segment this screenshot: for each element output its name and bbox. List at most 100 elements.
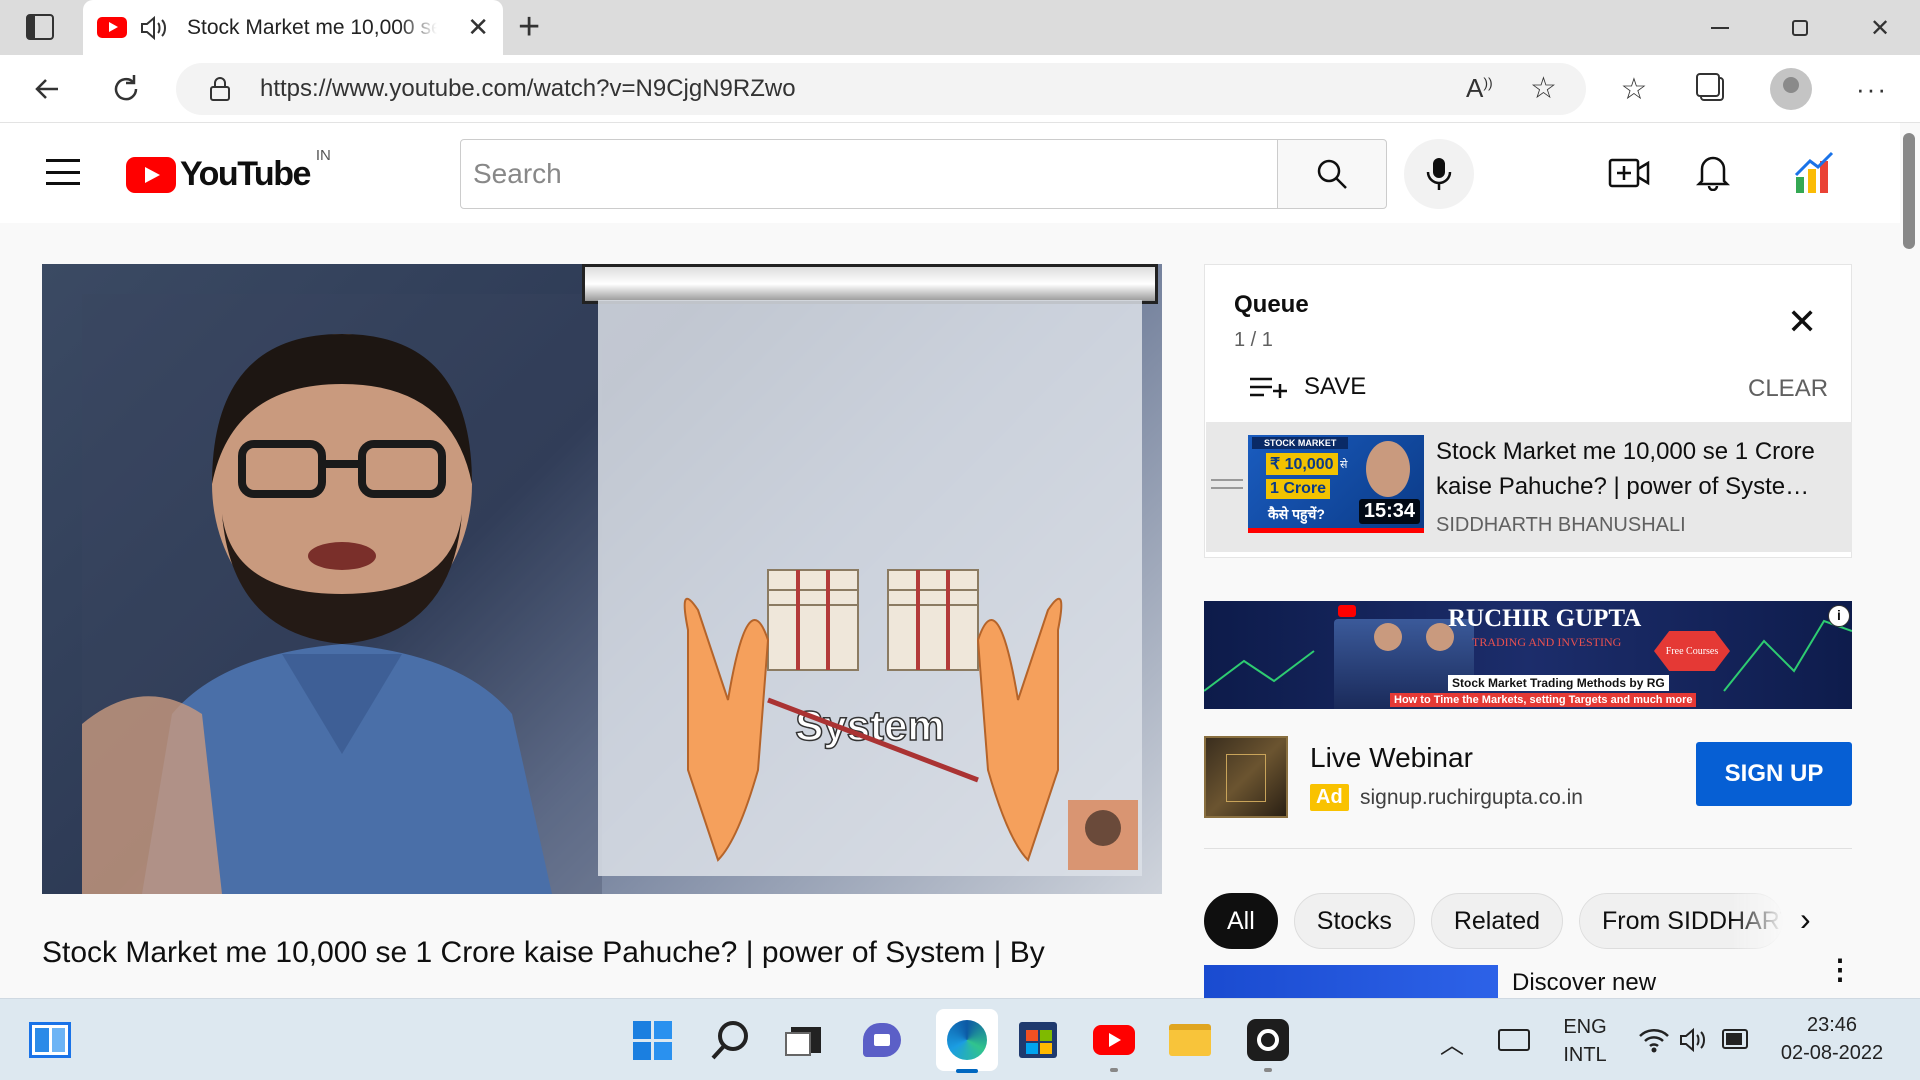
drag-handle-icon[interactable] [1211, 479, 1243, 489]
youtube-header: YouTube IN [0, 123, 1900, 223]
projector-screen: System [598, 300, 1142, 876]
queue-item-title: Stock Market me 10,000 se 1 Crore kaise … [1436, 438, 1815, 500]
browser-tab[interactable]: Stock Market me 10,000 se 1 Crore kaise … [83, 0, 503, 55]
address-bar-row: https://www.youtube.com/watch?v=N9CjgN9R… [0, 55, 1920, 123]
playlist-add-icon [1250, 377, 1287, 398]
thumb-line1b: से [1340, 459, 1348, 471]
chips-next-icon[interactable]: › [1800, 901, 1811, 938]
ad-domain[interactable]: signup.ruchirgupta.co.in [1360, 786, 1583, 810]
search-icon [1317, 159, 1347, 189]
more-menu-icon[interactable]: ··· [1852, 69, 1892, 109]
ad-badge: Ad [1310, 784, 1349, 811]
teams-chat-icon[interactable] [858, 1016, 906, 1064]
microsoft-store-icon[interactable] [1014, 1016, 1062, 1064]
voice-search-button[interactable] [1404, 139, 1474, 209]
restore-icon[interactable] [1780, 8, 1820, 48]
favorites-icon[interactable]: ☆ [1614, 69, 1654, 109]
hamburger-menu-icon[interactable] [46, 159, 80, 185]
microphone-icon [1426, 158, 1452, 190]
queue-count: 1 / 1 [1234, 329, 1273, 351]
profile-avatar[interactable] [1770, 68, 1812, 110]
language-indicator[interactable]: ENG INTL [1560, 1013, 1610, 1069]
ad-name[interactable]: Live Webinar [1310, 742, 1473, 774]
ad-banner-badge: Free Courses [1654, 631, 1730, 671]
ad-banner-line2: How to Time the Markets, setting Targets… [1390, 693, 1697, 707]
close-window-icon[interactable]: ✕ [1860, 8, 1900, 48]
new-tab-icon[interactable]: + [518, 6, 540, 49]
ad-banner[interactable]: RUCHIR GUPTA TRADING AND INVESTING Free … [1204, 601, 1852, 709]
browser-tab-bar: Stock Market me 10,000 se 1 Crore kaise … [0, 0, 1920, 55]
collections-icon[interactable] [1692, 69, 1732, 109]
section-divider [1204, 848, 1852, 849]
filter-chips: All Stocks Related From SIDDHARTH [1204, 893, 1783, 949]
minimize-icon[interactable] [1700, 8, 1740, 48]
ad-banner-sub: TRADING AND INVESTING [1472, 635, 1622, 649]
ad-row: Live Webinar Ad signup.ruchirgupta.co.in… [1204, 728, 1852, 818]
clock-date: 02-08-2022 [1780, 1042, 1884, 1064]
youtube-favicon-icon [97, 17, 127, 38]
projector-screen-bar [582, 264, 1158, 304]
overlay-word: System [795, 702, 944, 749]
thumb-line1: ₹ 10,000 [1270, 456, 1334, 473]
queue-item-thumbnail[interactable]: STOCK MARKET ₹ 10,000 से 1 Crore कैसे पह… [1248, 435, 1424, 533]
chip-stocks[interactable]: Stocks [1293, 893, 1415, 949]
close-queue-icon[interactable]: ✕ [1787, 301, 1817, 343]
url-field[interactable]: https://www.youtube.com/watch?v=N9CjgN9R… [176, 63, 1586, 115]
clock-time: 23:46 [1806, 1014, 1858, 1036]
speaker-icon[interactable] [139, 15, 169, 41]
page-scrollbar-thumb[interactable] [1903, 133, 1915, 249]
taskbar-search-icon[interactable] [706, 1016, 754, 1064]
queue-item[interactable]: STOCK MARKET ₹ 10,000 से 1 Crore कैसे पह… [1206, 422, 1852, 552]
thumb-line2: 1 Crore [1270, 480, 1327, 497]
task-view-icon[interactable] [782, 1016, 830, 1064]
show-hidden-icons-icon[interactable]: ︿ [1440, 1025, 1464, 1060]
chip-from-channel[interactable]: From SIDDHARTH [1579, 893, 1783, 949]
money-stack-icon: System [683, 569, 1138, 870]
back-icon[interactable] [28, 69, 68, 109]
lock-icon[interactable] [208, 75, 232, 103]
tab-actions-icon[interactable] [26, 14, 54, 40]
save-queue-button[interactable]: SAVE [1250, 373, 1366, 401]
clock[interactable]: 23:46 02-08-2022 [1772, 1011, 1892, 1067]
search-box[interactable] [460, 139, 1278, 209]
clear-queue-button[interactable]: CLEAR [1748, 375, 1828, 403]
snipping-app-icon[interactable] [1244, 1016, 1292, 1072]
youtube-app-icon[interactable] [1090, 1016, 1138, 1072]
channel-avatar-icon[interactable] [1794, 151, 1834, 195]
ad-banner-line1: Stock Market Trading Methods by RG [1448, 675, 1669, 691]
file-explorer-icon[interactable] [1166, 1016, 1214, 1064]
chip-related[interactable]: Related [1430, 893, 1563, 949]
related-more-icon[interactable]: ⋮ [1826, 956, 1854, 984]
widgets-icon[interactable] [26, 1016, 74, 1064]
youtube-logo[interactable]: YouTube IN [126, 147, 331, 194]
duration-badge: 15:34 [1358, 499, 1420, 524]
edge-browser-icon[interactable] [936, 1009, 998, 1073]
page-scrollbar[interactable] [1900, 123, 1920, 998]
region-code: IN [315, 147, 331, 164]
refresh-icon[interactable] [106, 69, 146, 109]
search-button[interactable] [1277, 139, 1387, 209]
ad-info-icon[interactable]: i [1828, 605, 1850, 627]
start-windows-icon[interactable] [628, 1016, 676, 1064]
create-video-icon[interactable] [1608, 157, 1650, 189]
read-aloud-icon[interactable]: A)) [1466, 73, 1493, 104]
ad-thumbnail[interactable] [1204, 736, 1288, 818]
volume-icon[interactable] [1678, 1026, 1710, 1054]
video-title: Stock Market me 10,000 se 1 Crore kaise … [42, 936, 1045, 969]
close-tab-icon[interactable]: ✕ [467, 12, 489, 43]
video-player[interactable]: System [42, 264, 1162, 894]
url-text: https://www.youtube.com/watch?v=N9CjgN9R… [260, 75, 796, 102]
add-favorite-icon[interactable]: ☆ [1530, 71, 1557, 106]
keyboard-icon[interactable] [1498, 1029, 1530, 1051]
notifications-bell-icon[interactable] [1696, 153, 1730, 191]
related-title[interactable]: Discover new [1512, 969, 1656, 997]
tab-title: Stock Market me 10,000 se 1 Crore kaise … [187, 15, 437, 39]
sign-up-button[interactable]: SIGN UP [1696, 742, 1852, 806]
chip-all[interactable]: All [1204, 893, 1278, 949]
watch-page: System Stock Market me 10,000 se 1 Crore… [0, 223, 1900, 998]
save-label: SAVE [1304, 373, 1367, 400]
search-input[interactable] [473, 158, 1277, 190]
battery-icon[interactable] [1722, 1029, 1748, 1049]
wifi-icon[interactable] [1638, 1026, 1670, 1054]
related-thumbnail[interactable] [1204, 965, 1498, 998]
